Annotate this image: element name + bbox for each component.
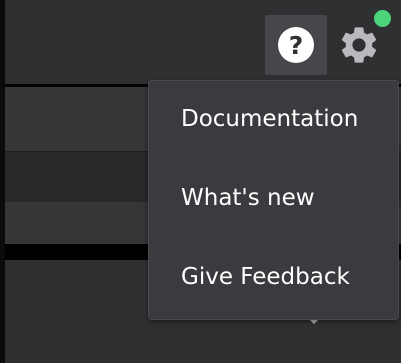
menu-item-whats-new[interactable]: What's new — [181, 185, 315, 211]
help-glyph: ? — [288, 30, 304, 60]
question-circle-icon: ? — [278, 27, 314, 63]
status-indicator — [374, 10, 391, 27]
app-frame: ? Documentation What's new Give Feedback — [0, 0, 401, 363]
help-button[interactable]: ? — [265, 15, 327, 75]
menu-item-give-feedback[interactable]: Give Feedback — [181, 264, 350, 290]
help-menu: Documentation What's new Give Feedback — [148, 80, 399, 320]
gear-icon — [341, 27, 377, 63]
menu-item-documentation[interactable]: Documentation — [181, 106, 358, 132]
